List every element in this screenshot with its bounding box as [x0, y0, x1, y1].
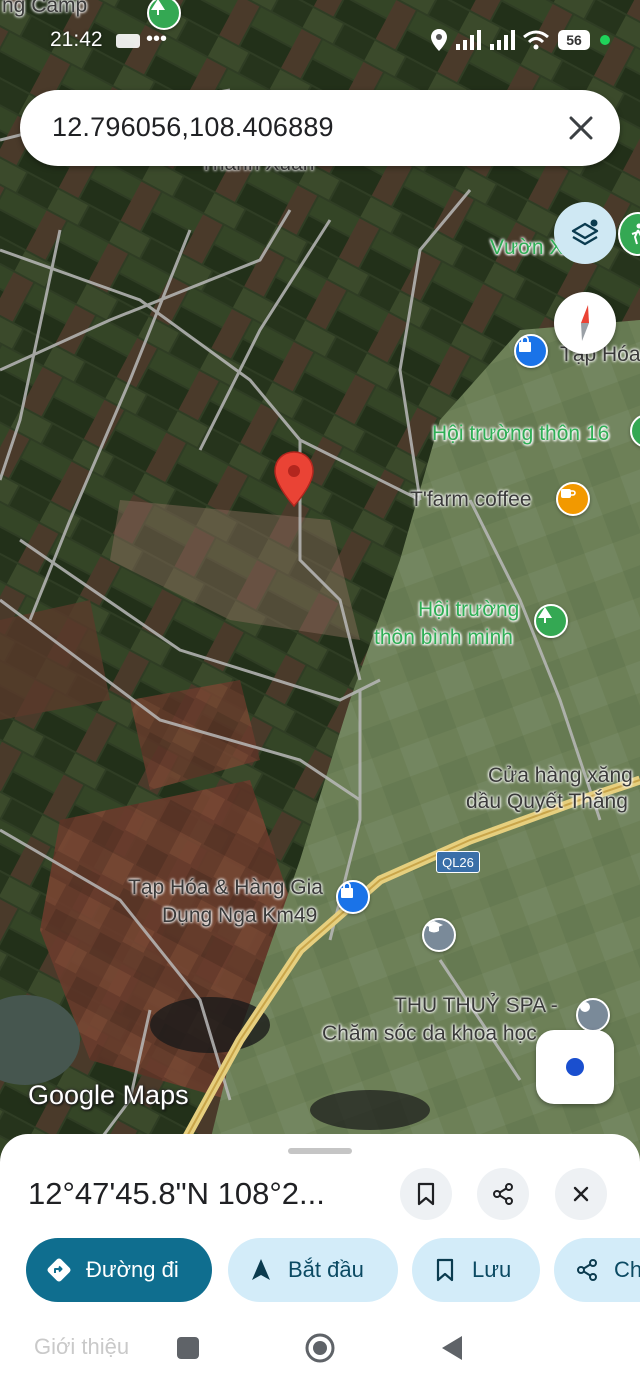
- map-label-cua-hang-2[interactable]: dầu Quyết Thắng: [466, 790, 628, 814]
- layers-icon: [571, 219, 599, 246]
- navigation-arrow-icon: [252, 1259, 270, 1280]
- map-label-tap-hoa-nga-2[interactable]: Dụng Nga Km49: [162, 904, 317, 928]
- map-label-spa-1[interactable]: THU THUỶ SPA -: [394, 994, 558, 1018]
- wifi-icon: [523, 30, 549, 50]
- place-bottom-sheet[interactable]: 12°47'45.8"N 108°2... Đường đi Bắt đầu L…: [0, 1134, 640, 1386]
- more-notifications-icon: •••: [146, 28, 168, 50]
- close-icon[interactable]: [564, 111, 598, 145]
- start-chip-label: Bắt đầu: [288, 1257, 364, 1282]
- shopping-bag-icon: [341, 882, 353, 898]
- tree-icon: [538, 607, 552, 623]
- map-label-tap-hoa-nga-1[interactable]: Tạp Hóa & Hàng Gia: [128, 876, 323, 900]
- my-location-icon: [566, 1058, 584, 1076]
- layers-button[interactable]: [554, 202, 616, 264]
- map-label-vuon[interactable]: Vườn X: [490, 236, 563, 260]
- school-marker[interactable]: [422, 918, 456, 952]
- directions-chip[interactable]: Đường đi: [26, 1238, 212, 1302]
- map-label-spa-2[interactable]: Chăm sóc da khoa học: [322, 1022, 537, 1046]
- shop-marker-tap-hoa[interactable]: [514, 334, 548, 368]
- map-label-hoi-truong-16[interactable]: Hội trường thôn 16: [432, 422, 609, 446]
- bookmark-icon: [436, 1258, 454, 1282]
- recents-nav-icon[interactable]: [176, 1336, 200, 1360]
- spa-marker[interactable]: [576, 998, 610, 1032]
- location-pin-icon[interactable]: [272, 450, 316, 508]
- google-maps-logo: Google Maps: [28, 1080, 189, 1110]
- map-label-hoi-truong-binh-minh-1[interactable]: Hội trường: [418, 598, 519, 622]
- signal-2-icon: [490, 30, 515, 50]
- close-sheet-button[interactable]: [555, 1168, 607, 1220]
- battery-icon: 56: [558, 30, 590, 50]
- battery-level: 56: [566, 32, 582, 48]
- map-label-cua-hang-1[interactable]: Cửa hàng xăng: [488, 764, 633, 788]
- bookmark-icon: [417, 1182, 435, 1206]
- shopping-bag-icon: [519, 336, 531, 352]
- start-chip[interactable]: Bắt đầu: [228, 1238, 398, 1302]
- overview-tab[interactable]: Giới thiệu: [34, 1334, 129, 1360]
- place-title: 12°47'45.8"N 108°2...: [28, 1176, 325, 1211]
- signal-1-icon: [456, 30, 481, 50]
- search-bar[interactable]: 12.796056,108.406889: [20, 90, 620, 166]
- save-icon-button[interactable]: [400, 1168, 452, 1220]
- map-label-tfarm-coffee[interactable]: T'farm coffee: [410, 488, 532, 512]
- share-icon: [577, 1259, 597, 1281]
- compass-button[interactable]: [554, 292, 616, 354]
- graduation-cap-icon: [425, 921, 443, 933]
- hiking-icon: [631, 223, 640, 245]
- directions-chip-label: Đường đi: [86, 1257, 179, 1282]
- share-icon: [493, 1183, 513, 1205]
- directions-icon: [47, 1258, 71, 1282]
- save-chip[interactable]: Lưu: [412, 1238, 540, 1302]
- tree-icon: [151, 0, 165, 15]
- back-nav-icon[interactable]: [440, 1334, 464, 1362]
- my-location-button[interactable]: [536, 1030, 614, 1104]
- map-label-hoi-truong-binh-minh-2[interactable]: thôn bình minh: [374, 626, 513, 650]
- status-dot-icon: [600, 35, 610, 45]
- road-shield-ql26: QL26: [436, 851, 480, 873]
- share-chip[interactable]: Ch: [554, 1238, 640, 1302]
- share-chip-label: Ch: [614, 1257, 640, 1282]
- home-nav-icon[interactable]: [304, 1332, 336, 1364]
- status-time: 21:42: [50, 28, 103, 51]
- zalo-notification-icon: [116, 34, 140, 48]
- cafe-marker-tfarm[interactable]: [556, 482, 590, 516]
- compass-icon: [581, 305, 589, 341]
- search-input[interactable]: 12.796056,108.406889: [52, 112, 334, 143]
- save-chip-label: Lưu: [472, 1257, 512, 1282]
- coffee-cup-icon: [561, 489, 576, 498]
- road-shield-label: QL26: [442, 854, 474, 870]
- sheet-drag-handle[interactable]: [288, 1148, 352, 1154]
- dot-icon: [580, 1002, 590, 1012]
- map-label-camp[interactable]: ng Camp: [2, 0, 87, 18]
- location-status-icon: [431, 29, 447, 51]
- shop-marker-tap-hoa-nga[interactable]: [336, 880, 370, 914]
- close-icon: [573, 1186, 589, 1202]
- share-icon-button[interactable]: [477, 1168, 529, 1220]
- landmark-marker-binh-minh[interactable]: [534, 604, 568, 638]
